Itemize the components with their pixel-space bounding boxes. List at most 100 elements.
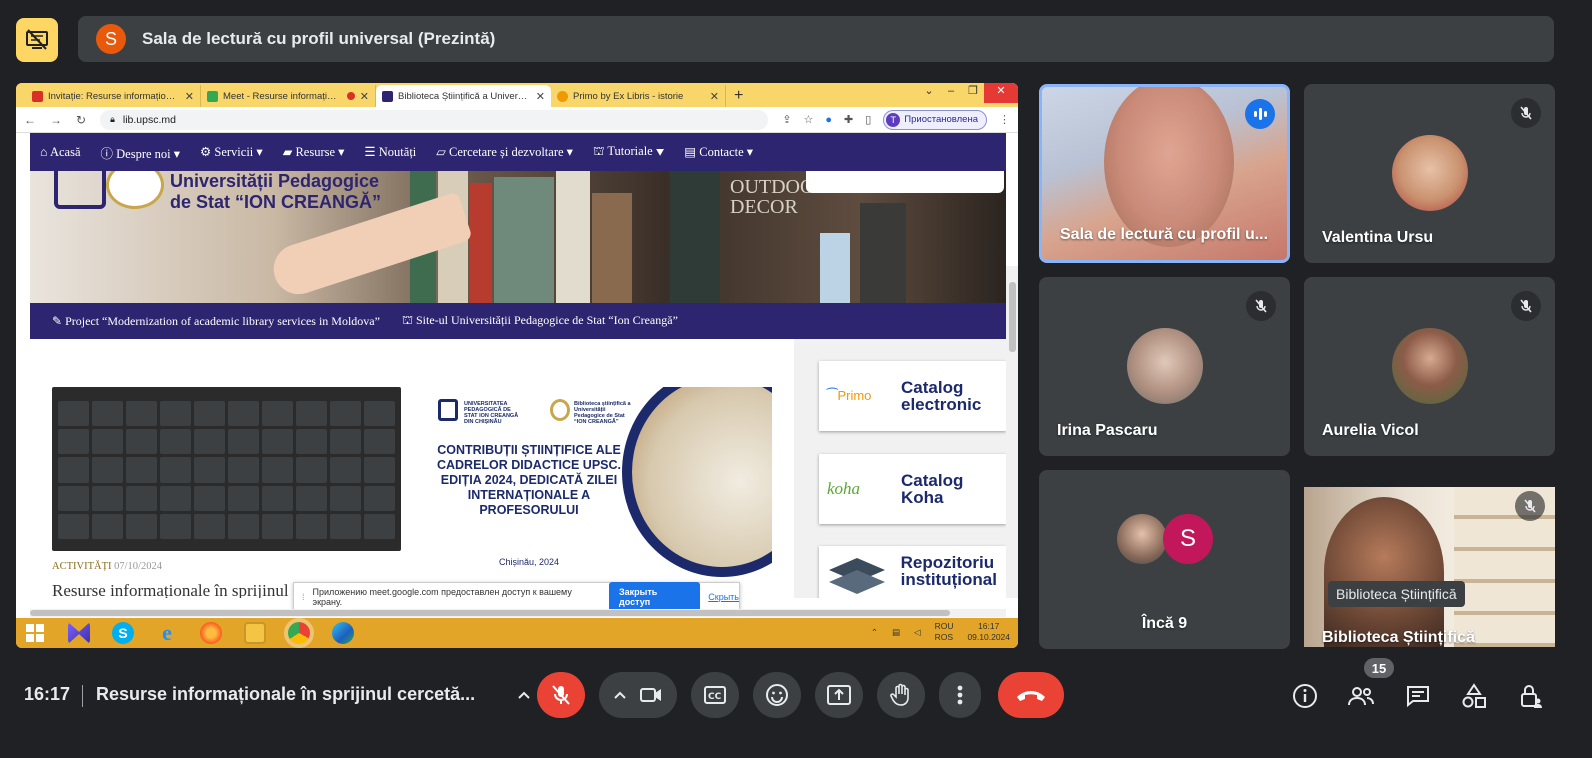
tab-label: Invitație: Resurse informaționale xyxy=(48,90,180,102)
edge-icon[interactable] xyxy=(332,622,354,644)
pin-icon: ✎ xyxy=(52,313,63,328)
url-bar[interactable]: 🔒︎ lib.upsc.md xyxy=(100,109,769,130)
site-banner: Universității Pedagogice de Stat “ION CR… xyxy=(30,171,1006,303)
chevron-down-icon: ▾ xyxy=(338,145,345,159)
participant-tile-library[interactable]: Biblioteca Științifică Biblioteca Științ… xyxy=(1304,487,1555,647)
leave-call-button[interactable] xyxy=(998,672,1064,718)
card-koha[interactable]: koha Catalog Koha xyxy=(819,454,1006,524)
participant-tile-more[interactable]: S Încă 9 xyxy=(1039,470,1290,649)
poster-date: Chișinău, 2024 xyxy=(498,557,560,567)
nav-tutorials[interactable]: ⛫ Tutoriale ▾ xyxy=(593,144,664,160)
clock-divider xyxy=(82,685,83,707)
sidepanel-icon[interactable]: ▯ xyxy=(865,113,871,126)
captions-button[interactable]: CC xyxy=(691,672,739,718)
host-controls-button[interactable] xyxy=(1515,680,1547,712)
reload-icon[interactable]: ↻ xyxy=(76,113,86,127)
more-options-button[interactable] xyxy=(939,672,981,718)
camera-toggle-button[interactable] xyxy=(599,672,677,718)
partner-logos xyxy=(806,171,1004,193)
restore-icon[interactable]: ❐ xyxy=(962,83,984,103)
firefox-icon[interactable] xyxy=(200,622,222,644)
meeting-thumbnail[interactable] xyxy=(52,387,401,551)
event-poster[interactable]: UNIVERSITATEA PEDAGOGICĂ DE STAT ION CRE… xyxy=(424,387,772,579)
windows-start-icon[interactable] xyxy=(24,622,46,644)
close-icon[interactable]: ✕ xyxy=(360,90,369,103)
puzzle-icon[interactable]: ✚ xyxy=(844,113,853,126)
browser-tab-library[interactable]: Biblioteca Științifică a Universității ✕ xyxy=(376,85,551,107)
nav-home[interactable]: ⌂ Acasă xyxy=(40,145,81,160)
share-icon[interactable]: ⇪ xyxy=(782,113,791,126)
close-icon[interactable]: ✕ xyxy=(710,90,719,103)
bookmark-star-icon[interactable]: ☆ xyxy=(803,113,813,126)
internet-explorer-icon[interactable]: e xyxy=(156,620,178,645)
window-close-icon[interactable]: ✕ xyxy=(984,83,1018,103)
presenting-badge[interactable] xyxy=(16,18,58,62)
home-icon: ⌂ xyxy=(40,144,48,159)
people-icon xyxy=(1348,687,1374,706)
subnav-university-link[interactable]: ⛫ Site-ul Universității Pedagogice de St… xyxy=(402,313,678,329)
participant-avatar-photo xyxy=(1127,328,1203,404)
nav-about[interactable]: ⓘ Despre noi ▾ xyxy=(101,143,181,162)
file-explorer-icon[interactable] xyxy=(244,622,266,644)
profile-button[interactable]: T Приостановлена xyxy=(883,109,987,130)
hide-notice-link[interactable]: Скрыть xyxy=(708,592,739,602)
menu-kebab-icon[interactable]: ⋮ xyxy=(999,113,1010,126)
nav-contacts[interactable]: ▤ Contacte ▾ xyxy=(684,144,753,160)
visual-studio-icon[interactable] xyxy=(68,622,90,644)
mic-off-icon xyxy=(1515,491,1545,521)
nav-news[interactable]: ☰ Noutăți xyxy=(364,144,416,160)
close-icon[interactable]: ✕ xyxy=(536,90,545,103)
page-horizontal-scrollbar[interactable] xyxy=(30,609,1006,617)
browser-tab-meet[interactable]: Meet - Resurse informaționale ✕ xyxy=(201,85,376,107)
extension-icon[interactable]: ● xyxy=(825,114,832,126)
university-logo xyxy=(54,171,106,209)
article-category[interactable]: ACTIVITĂȚI xyxy=(52,561,111,572)
taskbar-clock[interactable]: 16:17 09.10.2024 xyxy=(967,621,1010,643)
mic-toggle-button[interactable] xyxy=(537,672,585,718)
participant-tile-aurelia[interactable]: Aurelia Vicol xyxy=(1304,277,1555,456)
subnav-project-link[interactable]: ✎ Project “Modernization of academic lib… xyxy=(52,314,380,329)
browser-tab-gmail[interactable]: Invitație: Resurse informaționale ✕ xyxy=(26,85,201,107)
volume-icon[interactable]: ◁ xyxy=(914,627,921,638)
page-vertical-scrollbar[interactable] xyxy=(1006,266,1018,598)
hang-up-icon xyxy=(1017,691,1045,701)
participant-tile-speaker[interactable]: Sala de lectură cu profil u... xyxy=(1039,84,1290,263)
network-icon[interactable]: ▤ xyxy=(892,627,900,638)
forward-icon[interactable]: → xyxy=(50,113,62,127)
poster-logo2-text: Biblioteca științifică a Universității P… xyxy=(574,401,631,425)
minimize-icon[interactable]: – xyxy=(940,83,962,103)
card-name: Catalog Koha xyxy=(901,471,964,507)
nav-research[interactable]: ▱ Cercetare și dezvoltare ▾ xyxy=(436,144,573,160)
participant-tile-irina[interactable]: Irina Pascaru xyxy=(1039,277,1290,456)
chevron-down-icon: ▾ xyxy=(746,145,754,159)
card-primo[interactable]: ⁀Primo Catalog electronic xyxy=(819,361,1006,431)
nav-resources[interactable]: ▰ Resurse ▾ xyxy=(283,144,345,160)
chevron-down-icon: ▾ xyxy=(655,144,665,158)
new-tab-button[interactable]: + xyxy=(726,87,753,107)
raise-hand-button[interactable] xyxy=(877,672,925,718)
tray-overflow-icon[interactable]: ⌃ xyxy=(871,627,878,638)
presenter-bar[interactable]: S Sala de lectură cu profil universal (P… xyxy=(78,16,1554,62)
participant-tile-valentina[interactable]: Valentina Ursu xyxy=(1304,84,1555,263)
chrome-icon[interactable] xyxy=(284,618,314,648)
browser-tab-strip: Invitație: Resurse informaționale ✕ Meet… xyxy=(16,83,1018,107)
nav-services[interactable]: ⚙ Servicii ▾ xyxy=(200,144,263,160)
meeting-details-button[interactable] xyxy=(1289,680,1321,712)
skype-icon[interactable]: S xyxy=(112,622,134,644)
stop-sharing-button[interactable]: Закрыть доступ xyxy=(609,582,701,612)
activities-button[interactable] xyxy=(1458,680,1490,712)
article-title[interactable]: Resurse informaționale în sprijinul xyxy=(52,581,289,598)
chat-button[interactable] xyxy=(1402,680,1434,712)
tab-search-icon[interactable]: ⌄ xyxy=(918,83,940,103)
card-repository[interactable]: Repozitoriu instituțional xyxy=(819,546,1006,598)
browser-tab-primo[interactable]: Primo by Ex Libris - istorie ✕ xyxy=(551,85,726,107)
people-button[interactable] xyxy=(1345,680,1377,712)
audio-options-button[interactable] xyxy=(512,672,536,718)
mic-off-icon xyxy=(1511,98,1541,128)
present-screen-button[interactable] xyxy=(815,672,863,718)
reactions-button[interactable] xyxy=(753,672,801,718)
poster-headline: CONTRIBUȚII ȘTIINȚIFICE ALE CADRELOR DID… xyxy=(436,443,622,517)
language-indicator[interactable]: ROU ROS xyxy=(935,621,954,643)
close-icon[interactable]: ✕ xyxy=(185,90,194,103)
back-icon[interactable]: ← xyxy=(24,113,36,127)
